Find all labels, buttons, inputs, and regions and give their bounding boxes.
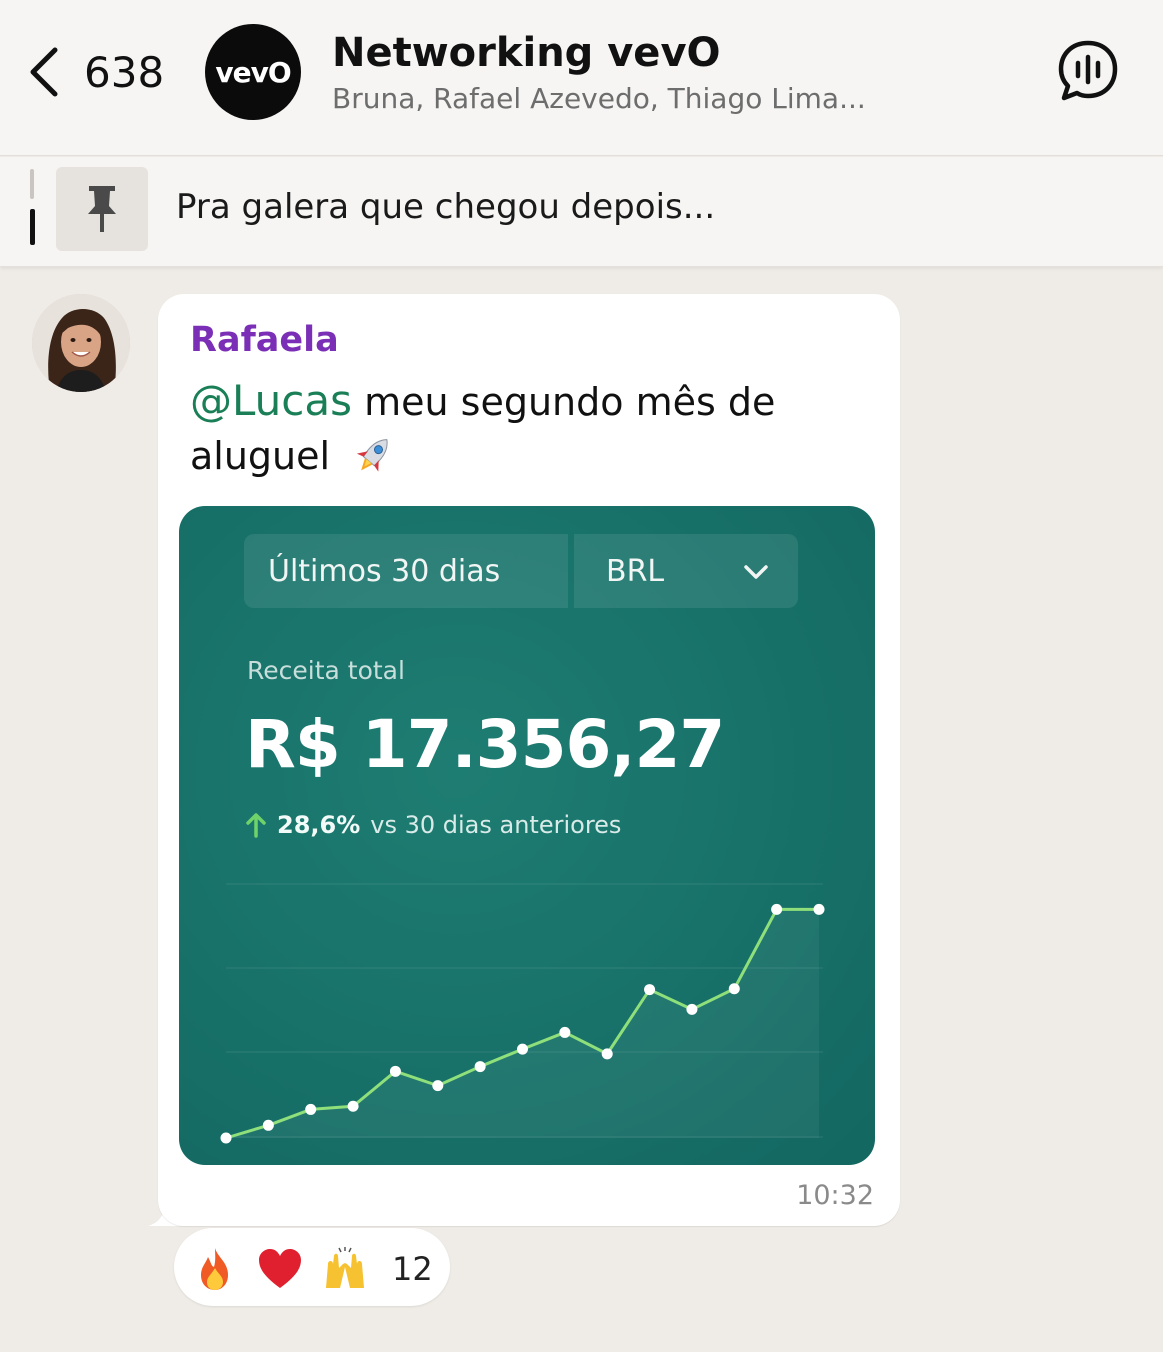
group-logo-text: vevO	[215, 55, 291, 89]
chart-point	[517, 1043, 528, 1055]
raised-hands-icon[interactable]	[322, 1246, 368, 1292]
chart-point	[389, 1065, 401, 1077]
period-label: Últimos 30 dias	[268, 554, 501, 589]
pin-icon	[88, 186, 116, 232]
chart-point	[813, 903, 825, 915]
pinned-message-bar[interactable]: Pra galera que chegou depois...	[0, 157, 1163, 267]
rocket-icon	[357, 439, 388, 472]
chat-members[interactable]: Bruna, Rafael Azevedo, Thiago Lima...	[332, 82, 866, 115]
reactions-bar[interactable]: 12	[174, 1228, 450, 1306]
chart-point	[220, 1132, 232, 1144]
chart-point	[347, 1100, 359, 1112]
revenue-card: Últimos 30 dias BRL Receita total R$ 17.…	[179, 506, 875, 1165]
sender-name[interactable]: Rafaela	[190, 320, 339, 360]
message-time: 10:32	[796, 1180, 874, 1211]
group-avatar[interactable]: vevO	[205, 24, 301, 120]
currency-selector[interactable]: BRL	[574, 534, 798, 608]
chart-point	[728, 983, 740, 995]
revenue-label: Receita total	[247, 656, 405, 685]
sender-avatar[interactable]	[32, 294, 130, 392]
message-bubble[interactable]: Rafaela @Lucas meu segundo mês de alugue…	[158, 294, 900, 1226]
reaction-count: 12	[392, 1250, 433, 1288]
mention-link[interactable]: @Lucas	[190, 376, 352, 425]
revenue-value: R$ 17.356,27	[245, 706, 725, 783]
chart-point	[644, 984, 656, 996]
message-text: @Lucas meu segundo mês de aluguel	[190, 374, 870, 483]
pin-icon-box	[56, 167, 148, 251]
growth-text: vs 30 dias anteriores	[370, 811, 622, 839]
period-selector[interactable]: Últimos 30 dias	[244, 534, 568, 608]
chart-point	[686, 1003, 698, 1015]
heart-icon[interactable]	[257, 1246, 303, 1292]
arrow-up-icon	[246, 813, 266, 838]
chart-point	[559, 1026, 571, 1038]
chat-title[interactable]: Networking vevO	[332, 30, 721, 76]
chart-point	[601, 1048, 613, 1060]
chart-point	[771, 903, 783, 915]
pinned-text: Pra galera que chegou depois...	[176, 187, 716, 227]
growth-indicator: 28,6% vs 30 dias anteriores	[245, 808, 621, 842]
chevron-left-icon	[30, 47, 58, 97]
chart-point	[262, 1119, 274, 1131]
chevron-down-icon	[744, 565, 768, 579]
unread-count[interactable]: 638	[84, 48, 164, 97]
revenue-chart	[220, 883, 825, 1144]
back-button[interactable]	[24, 44, 64, 100]
fire-icon[interactable]	[192, 1246, 238, 1292]
currency-label: BRL	[606, 554, 665, 589]
voice-chat-button[interactable]	[1056, 38, 1120, 102]
voice-chat-icon	[1058, 40, 1118, 101]
avatar-photo	[32, 294, 130, 392]
chart-point	[474, 1061, 486, 1073]
pin-indicator	[30, 169, 36, 249]
chart-area	[226, 909, 819, 1138]
chart-point	[432, 1080, 444, 1092]
chart-point	[305, 1103, 317, 1115]
chat-header: 638 vevO Networking vevO Bruna, Rafael A…	[0, 0, 1163, 156]
growth-percent: 28,6%	[277, 811, 361, 839]
